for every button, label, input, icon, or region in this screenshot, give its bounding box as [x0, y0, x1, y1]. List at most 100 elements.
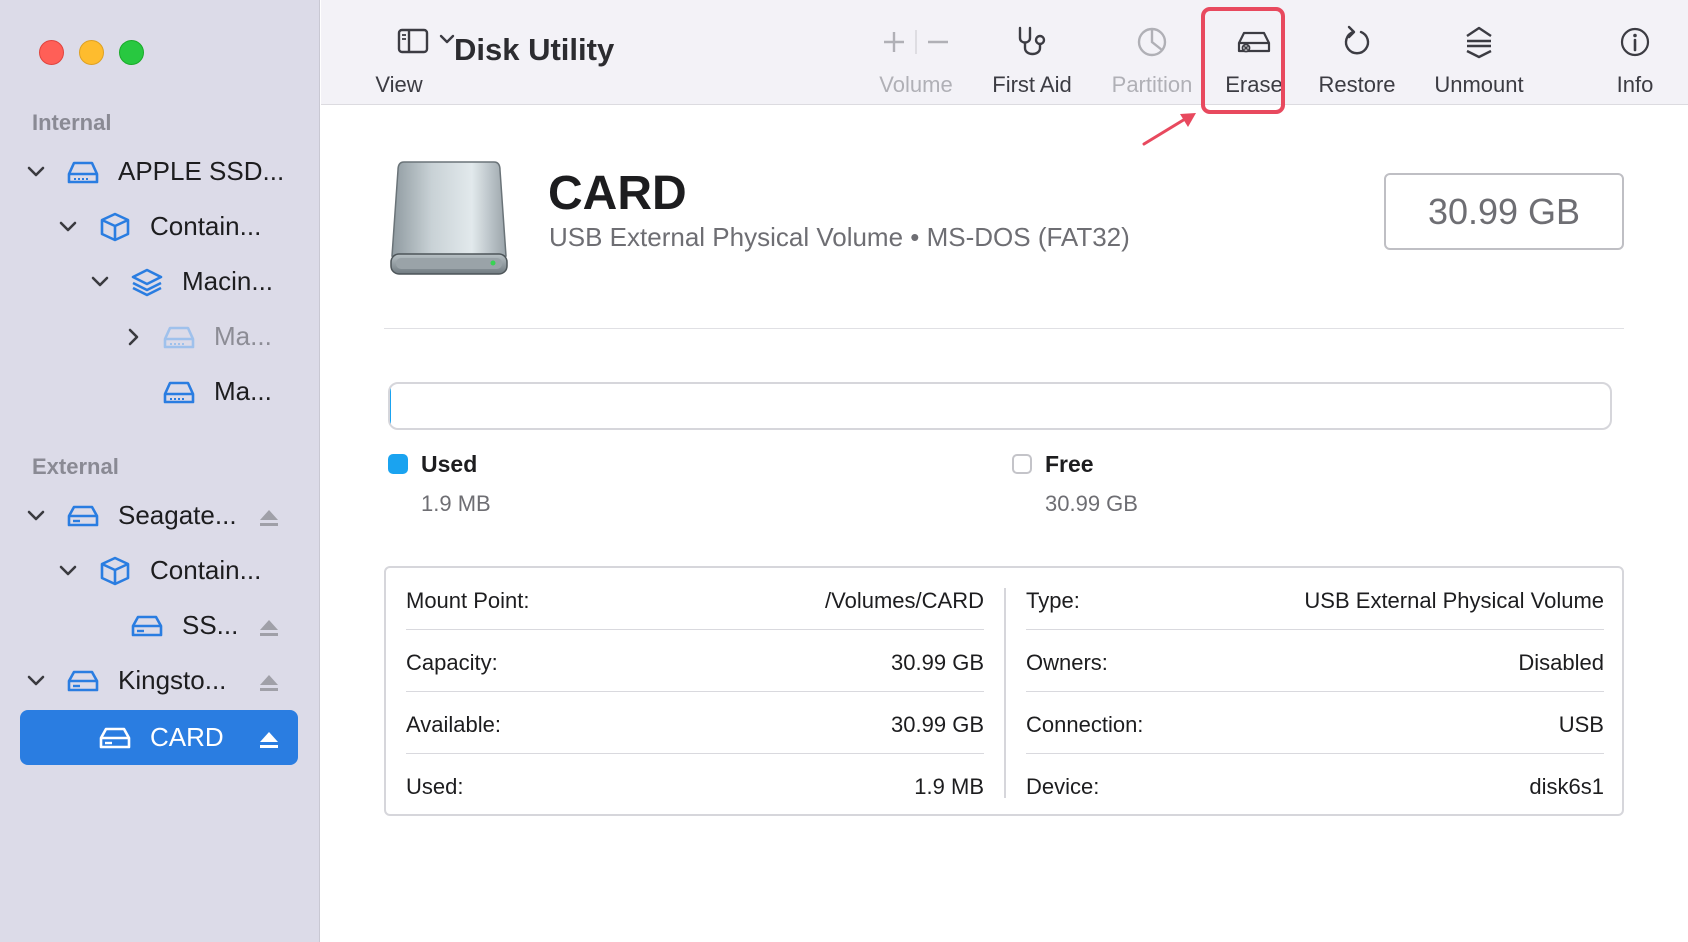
- first-aid-button[interactable]: First Aid: [975, 0, 1089, 105]
- info-row-mount-point: Mount Point: /Volumes/CARD: [406, 568, 984, 630]
- sidebar-item-ssd-volume[interactable]: SS...: [20, 598, 298, 653]
- first-aid-label: First Aid: [975, 72, 1089, 98]
- internal-drive-icon: [162, 377, 196, 407]
- info-row-available: Available: 30.99 GB: [406, 692, 984, 754]
- external-section-label: External: [32, 454, 119, 480]
- info-value: USB: [1559, 712, 1604, 738]
- chevron-down-icon[interactable]: [57, 560, 79, 582]
- info-value: 30.99 GB: [891, 650, 984, 676]
- info-row-used: Used: 1.9 MB: [406, 754, 984, 816]
- volume-info-table: Mount Point: /Volumes/CARD Capacity: 30.…: [384, 566, 1624, 816]
- external-drive-icon: [66, 666, 100, 696]
- partition-button[interactable]: Partition: [1092, 0, 1212, 105]
- container-cube-icon: [98, 556, 132, 586]
- view-button[interactable]: View: [359, 0, 439, 105]
- sidebar-item-label: Contain...: [150, 555, 261, 586]
- sidebar-item-label: APPLE SSD...: [118, 156, 284, 187]
- info-row-capacity: Capacity: 30.99 GB: [406, 630, 984, 692]
- info-key: Used:: [406, 774, 463, 800]
- chevron-down-icon[interactable]: [25, 161, 47, 183]
- volume-label: Volume: [866, 72, 966, 98]
- close-button[interactable]: [39, 40, 64, 65]
- unmount-label: Unmount: [1414, 72, 1544, 98]
- info-row-device: Device: disk6s1: [1026, 754, 1604, 816]
- view-label: View: [359, 72, 439, 98]
- info-value: Disabled: [1518, 650, 1604, 676]
- info-label: Info: [1595, 72, 1675, 98]
- external-drive-image: [388, 158, 510, 278]
- info-column-right: Type: USB External Physical Volume Owner…: [1026, 568, 1604, 814]
- sidebar-item-container[interactable]: Contain...: [20, 199, 298, 254]
- chevron-down-icon[interactable]: [57, 216, 79, 238]
- volume-button[interactable]: Volume: [866, 0, 966, 105]
- eject-icon[interactable]: [258, 670, 280, 692]
- restore-button[interactable]: Restore: [1302, 0, 1412, 105]
- used-swatch: [388, 454, 408, 474]
- pie-partition-icon: [1134, 24, 1170, 60]
- info-value: 1.9 MB: [914, 774, 984, 800]
- erase-highlight-box: [1201, 7, 1285, 114]
- info-key: Capacity:: [406, 650, 498, 676]
- info-key: Device:: [1026, 774, 1099, 800]
- info-row-type: Type: USB External Physical Volume: [1026, 568, 1604, 630]
- internal-drive-icon: [66, 157, 100, 187]
- eject-icon[interactable]: [258, 505, 280, 527]
- external-drive-icon: [98, 723, 132, 753]
- info-icon: [1617, 24, 1653, 60]
- free-value: 30.99 GB: [1045, 491, 1138, 517]
- app-title: Disk Utility: [454, 32, 614, 68]
- info-key: Mount Point:: [406, 588, 530, 614]
- chevron-down-icon[interactable]: [25, 670, 47, 692]
- toolbar: View Disk Utility Volume First Aid Parti…: [321, 0, 1688, 105]
- minimize-button[interactable]: [79, 40, 104, 65]
- annotation-arrow-icon: [1140, 110, 1202, 148]
- sidebar-item-card[interactable]: CARD: [20, 710, 298, 765]
- sidebar-item-label: Seagate...: [118, 500, 237, 531]
- sidebar-item-kingston[interactable]: Kingsto...: [20, 653, 298, 708]
- legend-used: Used 1.9 MB: [388, 451, 688, 521]
- sidebar-item-label: Contain...: [150, 211, 261, 242]
- container-cube-icon: [98, 212, 132, 242]
- column-divider: [1004, 588, 1006, 798]
- restore-label: Restore: [1302, 72, 1412, 98]
- sidebar-item-macintosh-data[interactable]: Ma...: [20, 309, 298, 364]
- used-value: 1.9 MB: [421, 491, 491, 517]
- sidebar-item-seagate[interactable]: Seagate...: [20, 488, 298, 543]
- partition-label: Partition: [1092, 72, 1212, 98]
- sidebar-item-macintosh-group[interactable]: Macin...: [20, 254, 298, 309]
- chevron-down-icon[interactable]: [89, 271, 111, 293]
- volume-subtitle: USB External Physical Volume • MS-DOS (F…: [549, 222, 1130, 253]
- sidebar-item-label: SS...: [182, 610, 238, 641]
- info-value: disk6s1: [1529, 774, 1604, 800]
- volume-size-badge: 30.99 GB: [1384, 173, 1624, 250]
- sidebar-item-label: Kingsto...: [118, 665, 226, 696]
- volume-layers-icon: [130, 267, 164, 297]
- info-key: Owners:: [1026, 650, 1108, 676]
- info-key: Available:: [406, 712, 501, 738]
- external-drive-icon: [66, 501, 100, 531]
- legend-free: Free 30.99 GB: [1012, 451, 1312, 521]
- usage-bar: [388, 382, 1612, 430]
- window-controls: [39, 40, 144, 65]
- info-value: 30.99 GB: [891, 712, 984, 738]
- sidebar-item-container-external[interactable]: Contain...: [20, 543, 298, 598]
- sidebar-item-apple-ssd[interactable]: APPLE SSD...: [20, 144, 298, 199]
- info-button[interactable]: Info: [1595, 0, 1675, 105]
- stethoscope-icon: [1014, 24, 1050, 60]
- sidebar-item-macintosh-hd[interactable]: Ma...: [20, 364, 298, 419]
- chevron-right-icon[interactable]: [123, 326, 145, 348]
- eject-icon[interactable]: [258, 727, 280, 749]
- volume-name: CARD: [548, 166, 687, 221]
- eject-icon[interactable]: [258, 615, 280, 637]
- unmount-icon: [1461, 24, 1497, 60]
- free-swatch: [1012, 454, 1032, 474]
- zoom-button[interactable]: [119, 40, 144, 65]
- sidebar-item-label: CARD: [150, 722, 224, 753]
- info-key: Type:: [1026, 588, 1080, 614]
- unmount-button[interactable]: Unmount: [1414, 0, 1544, 105]
- divider: [384, 328, 1624, 329]
- sidebar: Internal APPLE SSD... Contain... Macin..…: [0, 0, 320, 942]
- info-key: Connection:: [1026, 712, 1143, 738]
- chevron-down-icon[interactable]: [25, 505, 47, 527]
- sidebar-item-label: Ma...: [214, 321, 272, 352]
